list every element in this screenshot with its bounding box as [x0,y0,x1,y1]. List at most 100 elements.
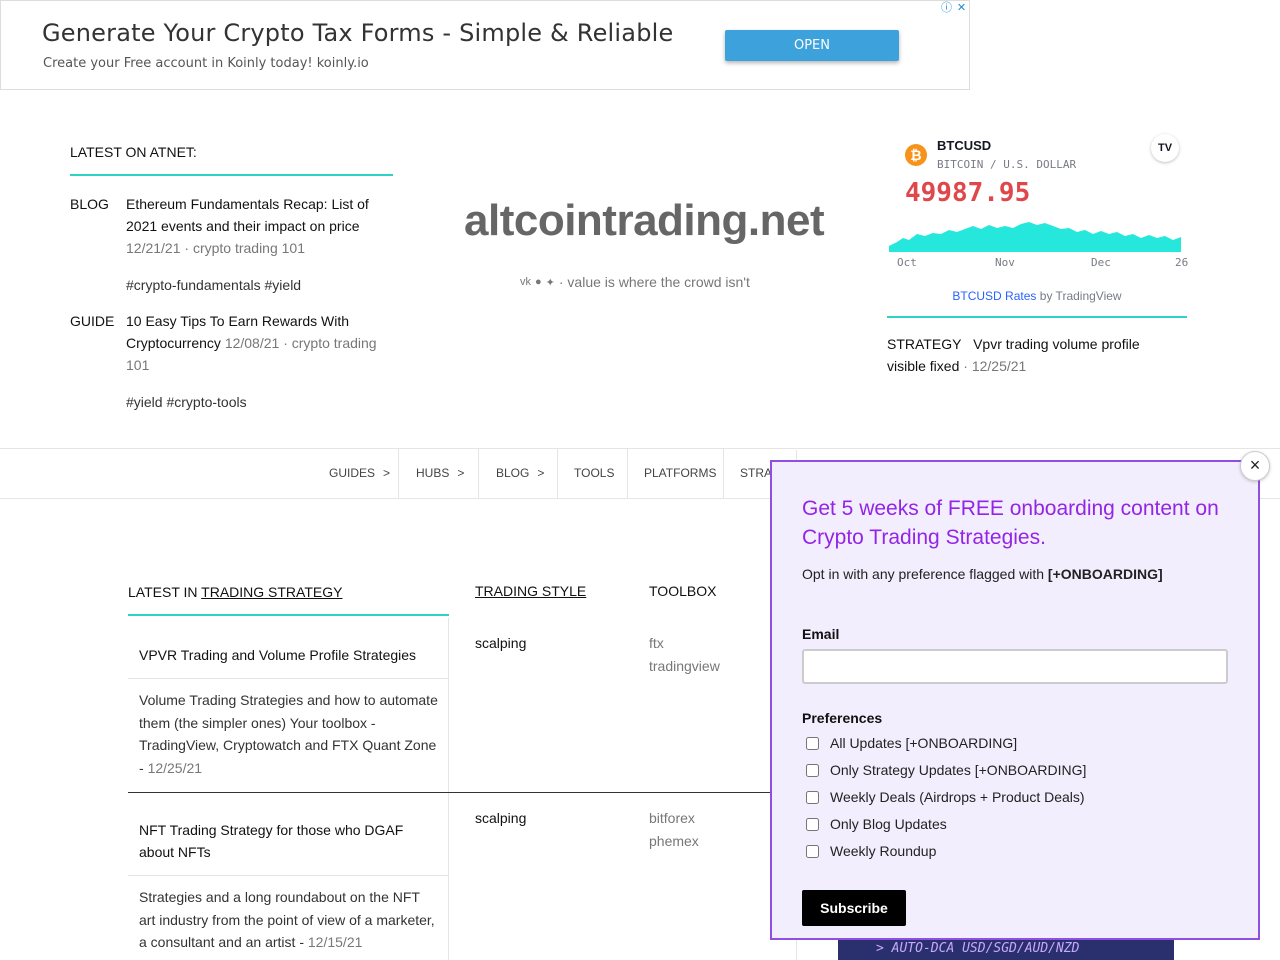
nav-tools[interactable]: TOOLS [558,449,628,498]
tradingview-attribution[interactable]: by TradingView [1040,289,1122,303]
latest-item-type: BLOG [70,196,109,212]
pref-option[interactable]: Weekly Roundup [806,843,936,859]
email-field[interactable] [802,649,1228,684]
row-trading-style[interactable]: scalping [475,632,526,655]
tool-link[interactable]: ftx [649,632,720,655]
nav-guides[interactable]: GUIDES > [313,449,399,498]
latest-on-atnet: LATEST ON ATNET: BLOG Ethereum Fundament… [70,144,393,413]
btc-rates-link[interactable]: BTCUSD Rates by TradingView [887,289,1187,303]
btc-sparkline-area [889,222,1181,252]
axis-label: Dec [1091,256,1111,269]
strategy-row-title[interactable]: NFT Trading Strategy for those who DGAF … [139,819,439,863]
nav-blog[interactable]: BLOG > [479,449,558,498]
trading-strategy-link[interactable]: TRADING STRATEGY [201,584,342,600]
strategy-row-title[interactable]: VPVR Trading and Volume Profile Strategi… [139,644,439,666]
row-toolbox: bitforex phemex [649,807,699,852]
nav-platforms[interactable]: PLATFORMS [628,449,724,498]
pref-checkbox[interactable] [806,790,819,804]
tool-link[interactable]: tradingview [649,655,720,678]
tradingview-logo-icon[interactable]: TV [1151,134,1179,162]
btc-symbol: BTCUSD [937,138,992,153]
latest-item-title[interactable]: Ethereum Fundamentals Recap: List of 202… [126,196,369,234]
nav-hubs[interactable]: HUBS > [399,449,479,498]
pref-label[interactable]: Only Strategy Updates [+ONBOARDING] [830,762,1086,778]
site-logo[interactable]: altcointrading.net [464,196,825,246]
latest-item: BLOG Ethereum Fundamentals Recap: List o… [70,193,393,296]
latest-item-tags[interactable]: #yield #crypto-tools [126,391,393,413]
nav-label: PLATFORMS [644,466,717,480]
vk-icon[interactable]: vk [520,276,531,288]
email-label: Email [802,626,840,642]
row-separator [128,875,448,876]
chevron-right-icon: > [457,466,465,480]
row-date: 12/15/21 [307,934,363,950]
row-separator [128,678,448,679]
subscribe-button[interactable]: Subscribe [802,890,906,926]
ad-controls: ⓘ ✕ [939,1,969,16]
pref-checkbox[interactable] [806,844,819,858]
btc-rates-link-text[interactable]: BTCUSD Rates [952,289,1036,303]
pref-label[interactable]: All Updates [+ONBOARDING] [830,735,1017,751]
nav-label: TOOLS [574,466,615,480]
bitcoin-icon: ₿ [905,144,927,166]
pref-checkbox[interactable] [806,736,819,750]
axis-label: Oct [897,256,917,269]
popup-onboarding-flag: [+ONBOARDING] [1047,566,1163,582]
col-toolbox: TOOLBOX [649,583,717,599]
pref-checkbox[interactable] [806,817,819,831]
newsletter-popup: Get 5 weeks of FREE onboarding content o… [770,460,1260,940]
twitter-icon[interactable]: ✦ [546,276,555,289]
pref-checkbox[interactable] [806,763,819,777]
chevron-right-icon: > [537,466,545,480]
row-trading-style[interactable]: scalping [475,807,526,830]
row-toolbox: ftx tradingview [649,632,720,677]
reddit-icon[interactable]: ● [535,276,542,288]
latest-in-heading: LATEST IN TRADING STRATEGY [128,584,449,616]
strategy-row-desc: Strategies and a long roundabout on the … [139,886,439,954]
latest-in-prefix: LATEST IN [128,584,198,600]
axis-label: 26 [1175,256,1189,269]
preferences-label: Preferences [802,710,883,726]
pref-label[interactable]: Weekly Roundup [830,843,936,859]
latest-strategy-item: STRATEGY Vpvr trading volume profile vis… [887,333,1177,377]
pref-option[interactable]: Weekly Deals (Airdrops + Product Deals) [806,789,1085,805]
ad-banner[interactable]: Generate Your Crypto Tax Forms - Simple … [0,0,970,90]
pref-label[interactable]: Weekly Deals (Airdrops + Product Deals) [830,789,1085,805]
tool-link[interactable]: bitforex [649,807,699,830]
btc-price-sparkline [889,222,1181,252]
popup-subtitle: Opt in with any preference flagged with … [802,566,1163,582]
strategy-row-desc: Volume Trading Strategies and how to aut… [139,689,439,779]
btc-price: 49987.95 [905,178,1031,208]
tagline: vk ● ✦ · value is where the crowd isn't [520,274,750,290]
popup-subtitle-text: Opt in with any preference flagged with [802,566,1045,582]
pref-label[interactable]: Only Blog Updates [830,816,947,832]
row-desc-text: Strategies and a long roundabout on the … [139,889,435,950]
ad-title[interactable]: Generate Your Crypto Tax Forms - Simple … [42,19,673,47]
pref-option[interactable]: Only Blog Updates [806,816,947,832]
btc-ticker-widget[interactable]: ₿ BTCUSD BITCOIN / U.S. DOLLAR TV 49987.… [887,130,1189,318]
pref-option[interactable]: All Updates [+ONBOARDING] [806,735,1017,751]
latest-heading: LATEST ON ATNET: [70,144,393,176]
strategy-meta: · 12/25/21 [963,358,1027,374]
ad-subtitle[interactable]: Create your Free account in Koinly today… [43,56,369,71]
close-icon[interactable]: × [1240,451,1270,481]
btc-name: BITCOIN / U.S. DOLLAR [937,158,1077,171]
latest-item: GUIDE 10 Easy Tips To Earn Rewards With … [70,310,393,413]
ad-open-button[interactable]: OPEN [725,30,899,61]
tool-link[interactable]: phemex [649,830,699,853]
pref-option[interactable]: Only Strategy Updates [+ONBOARDING] [806,762,1086,778]
column-divider [448,618,449,960]
strategy-type: STRATEGY [887,336,962,352]
row-date: 12/25/21 [147,759,203,776]
info-icon[interactable]: ⓘ [939,1,954,16]
latest-item-type: GUIDE [70,313,115,329]
latest-item-tags[interactable]: #crypto-fundamentals #yield [126,274,393,296]
nav-label: BLOG [496,466,530,480]
nav-label: GUIDES [329,466,376,480]
close-icon[interactable]: ✕ [954,1,969,16]
axis-label: Nov [995,256,1015,269]
chevron-right-icon: > [383,466,391,480]
popup-title: Get 5 weeks of FREE onboarding content o… [802,497,1219,549]
promo-banner[interactable]: > AUTO-DCA USD/SGD/AUD/NZD [838,938,1174,960]
col-trading-style[interactable]: TRADING STYLE [475,583,586,599]
